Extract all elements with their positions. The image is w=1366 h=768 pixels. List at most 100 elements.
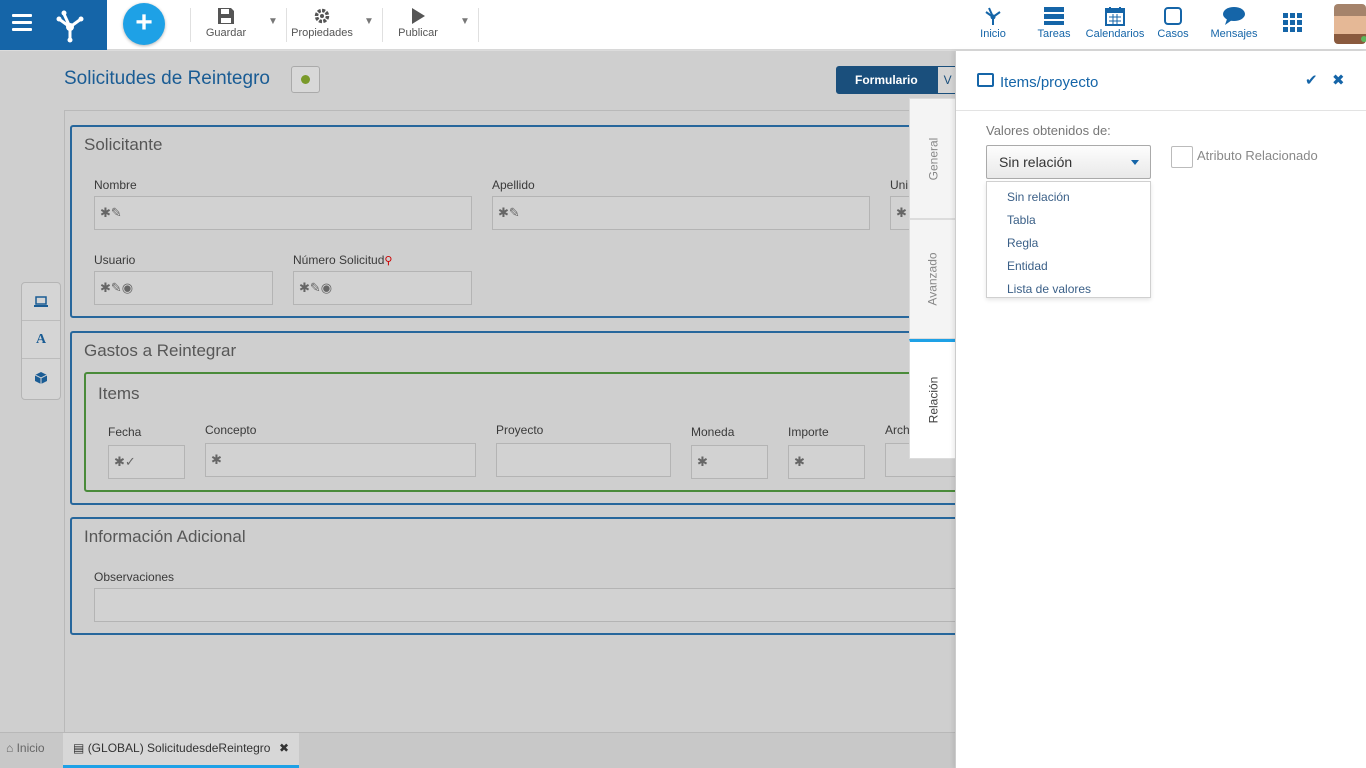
save-button[interactable]: Guardar xyxy=(204,6,248,39)
close-icon[interactable]: ✖ xyxy=(1332,71,1345,89)
panel-vertical-tabs: General Avanzado Relación xyxy=(909,98,956,459)
properties-panel: Items/proyecto ✔ ✖ Valores obtenidos de:… xyxy=(955,51,1366,768)
confirm-check-icon[interactable]: ✔ xyxy=(1305,71,1318,89)
page-title: Solicitudes de Reintegro xyxy=(64,68,270,89)
status-button[interactable] xyxy=(291,66,320,93)
field-usuario[interactable]: ✱✎◉ xyxy=(94,271,273,305)
document-icon: ▤ xyxy=(73,741,85,755)
nav-tareas[interactable]: Tareas xyxy=(1035,4,1073,40)
save-label: Guardar xyxy=(205,27,247,39)
section-solicitante[interactable]: Solicitante Nombre ✱✎ Apellido ✱✎ Uni ✱ … xyxy=(70,125,970,318)
grid-items[interactable]: Items Fecha ✱✓ Concepto ✱ Proyecto Moned… xyxy=(84,372,964,492)
home-tab[interactable]: ⌂ Inicio xyxy=(6,741,45,755)
panel-header: Items/proyecto ✔ ✖ xyxy=(956,51,1366,111)
brand-area xyxy=(0,0,107,50)
nav-inicio[interactable]: Inicio xyxy=(975,4,1011,40)
section-gastos[interactable]: Gastos a Reintegrar Items Fecha ✱✓ Conce… xyxy=(70,331,970,505)
section-title: Solicitante xyxy=(84,135,163,154)
values-source-select[interactable]: Sin relación xyxy=(986,145,1151,179)
logo-icon[interactable] xyxy=(50,5,90,45)
field-label-unidad: Uni xyxy=(890,178,909,192)
toolbar-divider xyxy=(382,8,383,42)
play-icon xyxy=(395,6,441,26)
field-observaciones[interactable] xyxy=(94,588,964,622)
online-status-dot xyxy=(1361,36,1366,42)
required-editable-icon: ✱✎ xyxy=(498,205,520,220)
process-icon xyxy=(975,4,1011,28)
tab-formulario[interactable]: Formulario xyxy=(836,66,937,94)
option-sin-relacion[interactable]: Sin relación xyxy=(987,186,1150,209)
home-icon: ⌂ xyxy=(6,741,14,755)
section-title: Información Adicional xyxy=(84,527,246,546)
laptop-icon[interactable] xyxy=(22,283,60,321)
cube-icon[interactable] xyxy=(22,359,60,397)
nav-label: Casos xyxy=(1157,28,1189,40)
tab-label: (GLOBAL) SolicitudesdeReintegro xyxy=(87,741,271,755)
nav-label: Tareas xyxy=(1037,28,1071,40)
column-header-importe: Importe xyxy=(788,425,829,439)
field-nombre[interactable]: ✱✎ xyxy=(94,196,472,230)
field-label-observaciones: Observaciones xyxy=(94,570,175,584)
add-button[interactable]: + xyxy=(123,3,165,45)
field-numero-solicitud[interactable]: ✱✎◉ xyxy=(293,271,472,305)
grid-field-moneda[interactable]: ✱ xyxy=(691,445,768,479)
publish-label: Publicar xyxy=(398,27,438,39)
chevron-down-icon[interactable]: ▼ xyxy=(460,16,470,27)
nav-casos[interactable]: Casos xyxy=(1156,4,1190,40)
chat-icon xyxy=(1208,4,1260,28)
tab-avanzado[interactable]: Avanzado xyxy=(909,219,956,339)
properties-button[interactable]: Propiedades xyxy=(290,6,354,39)
tab-relacion[interactable]: Relación xyxy=(909,339,956,459)
save-icon xyxy=(204,6,248,26)
option-regla[interactable]: Regla xyxy=(987,232,1150,255)
publish-button[interactable]: Publicar xyxy=(395,6,441,39)
close-tab-icon[interactable]: ✖ xyxy=(279,741,289,755)
chevron-down-icon[interactable]: ▼ xyxy=(364,16,374,27)
grid-field-fecha[interactable]: ✱✓ xyxy=(108,445,185,479)
column-header-archivo: Arch xyxy=(885,423,910,437)
section-title: Gastos a Reintegrar xyxy=(84,341,237,360)
apps-button[interactable] xyxy=(1283,13,1303,36)
required-icon: ✱ xyxy=(794,454,805,469)
grid-column-icon xyxy=(977,73,994,87)
properties-label: Propiedades xyxy=(291,27,353,39)
field-label-numero-solicitud: Número Solicitud⚲ xyxy=(293,253,393,267)
apps-grid-icon xyxy=(1283,13,1302,32)
chevron-down-icon[interactable]: ▼ xyxy=(268,16,278,27)
grid-field-proyecto[interactable] xyxy=(496,443,671,477)
option-lista-de-valores[interactable]: Lista de valores xyxy=(987,278,1150,301)
select-value: Sin relación xyxy=(999,154,1073,170)
grid-field-importe[interactable]: ✱ xyxy=(788,445,865,479)
grid-field-concepto[interactable]: ✱ xyxy=(205,443,476,477)
nav-mensajes[interactable]: Mensajes xyxy=(1208,4,1260,40)
column-header-moneda: Moneda xyxy=(691,425,735,439)
field-label-apellido: Apellido xyxy=(492,178,535,192)
required-editable-icon: ✱✎ xyxy=(100,205,122,220)
panel-title: Items/proyecto xyxy=(1000,74,1099,91)
required-icon: ✱ xyxy=(211,452,222,467)
required-check-icon: ✱✓ xyxy=(114,454,136,469)
field-label-usuario: Usuario xyxy=(94,253,136,267)
values-source-label: Valores obtenidos de: xyxy=(986,123,1111,138)
nav-label: Calendarios xyxy=(1085,28,1145,40)
nav-calendarios[interactable]: Calendarios xyxy=(1084,4,1146,40)
bottom-tab-bar: ⌂ Inicio ▤ (GLOBAL) SolicitudesdeReinteg… xyxy=(0,732,956,768)
top-bar: + Guardar ▼ Propiedades ▼ Publicar ▼ Ini… xyxy=(0,0,1366,50)
text-icon[interactable]: A xyxy=(22,321,60,359)
tab-general[interactable]: General xyxy=(909,98,956,219)
caret-down-icon xyxy=(1131,160,1139,165)
required-editable-hidden-icon: ✱✎◉ xyxy=(100,280,134,295)
option-tabla[interactable]: Tabla xyxy=(987,209,1150,232)
tab-solicitudes-de-reintegro[interactable]: ▤ (GLOBAL) SolicitudesdeReintegro ✖ xyxy=(63,733,299,768)
required-icon: ✱ xyxy=(896,205,907,220)
option-entidad[interactable]: Entidad xyxy=(987,255,1150,278)
field-apellido[interactable]: ✱✎ xyxy=(492,196,870,230)
calendar-icon xyxy=(1084,4,1146,28)
menu-icon[interactable] xyxy=(12,14,32,32)
grid-title: Items xyxy=(98,384,140,403)
required-icon: ✱ xyxy=(697,454,708,469)
column-header-concepto: Concepto xyxy=(205,423,257,437)
section-informacion-adicional[interactable]: Información Adicional Observaciones xyxy=(70,517,970,635)
related-attribute-checkbox[interactable] xyxy=(1171,146,1193,168)
toolbar-divider xyxy=(286,8,287,42)
